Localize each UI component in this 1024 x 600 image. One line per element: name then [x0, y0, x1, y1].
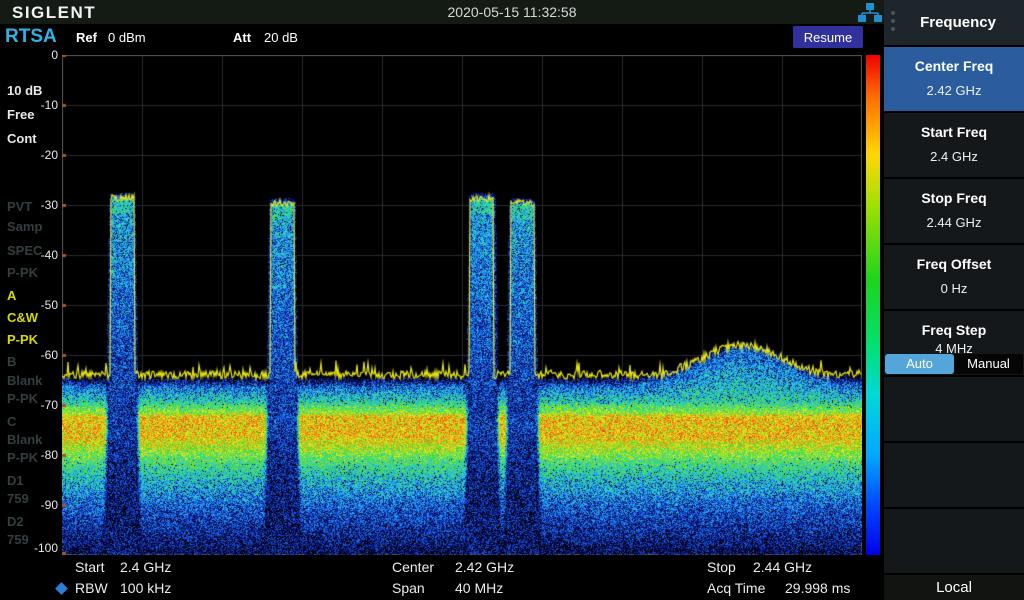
span-value: 40 MHz — [455, 580, 503, 596]
acq-time-value: 29.998 ms — [785, 580, 850, 596]
mode-indicator: RTSA — [5, 26, 57, 48]
top-bar: SIGLENT 2020-05-15 11:32:58 — [0, 0, 884, 24]
start-freq-label: Start — [75, 559, 105, 575]
start-freq-value: 2.4 GHz — [120, 559, 171, 575]
resume-button[interactable]: Resume — [793, 26, 863, 48]
y-axis-label-60: -60 — [8, 348, 58, 362]
acq-time-label: Acq Time — [707, 580, 765, 596]
y-axis-label-90: -90 — [8, 498, 58, 512]
network-icon — [858, 3, 882, 22]
freq-step-auto-option[interactable]: Auto — [885, 354, 954, 374]
freq-step-toggle: Auto Manual — [885, 354, 1023, 374]
softkey-panel: Frequency Center Freq 2.42 GHz Start Fre… — [884, 0, 1024, 600]
spectrum-display — [62, 55, 862, 555]
sweep-continuous: Cont — [7, 131, 37, 146]
y-axis-label-0: 0 — [8, 48, 58, 62]
y-axis-label-100: -100 — [8, 541, 58, 555]
attenuation-value: 20 dB — [264, 30, 298, 45]
softkey-empty-1 — [884, 377, 1024, 441]
softkey-freq-offset[interactable]: Freq Offset 0 Hz — [884, 245, 1024, 309]
datetime: 2020-05-15 11:32:58 — [448, 4, 577, 20]
stop-freq-label: Stop — [707, 559, 736, 575]
softkey-start-freq[interactable]: Start Freq 2.4 GHz — [884, 113, 1024, 177]
menu-title: Frequency — [884, 0, 1024, 45]
y-axis-label-20: -20 — [8, 148, 58, 162]
rbw-marker-icon — [55, 582, 68, 595]
trace-a-mode: C&W — [7, 310, 38, 325]
trace-c-name: C — [7, 414, 16, 429]
softkey-center-freq[interactable]: Center Freq 2.42 GHz — [884, 47, 1024, 111]
stop-freq-value: 2.44 GHz — [753, 559, 812, 575]
y-axis-label-80: -80 — [8, 448, 58, 462]
y-axis-label-10: -10 — [8, 98, 58, 112]
trace-c-mode: Blank — [7, 432, 42, 447]
density-colorbar — [866, 55, 880, 555]
ref-level-value: 0 dBm — [108, 30, 146, 45]
menu-grip-icon — [891, 11, 895, 31]
menu-header: Frequency — [884, 0, 1024, 45]
ref-level-label: Ref — [76, 30, 97, 45]
y-axis-label-30: -30 — [8, 198, 58, 212]
softkey-empty-2 — [884, 443, 1024, 507]
trace-b-mode: Blank — [7, 373, 42, 388]
span-label: Span — [392, 580, 425, 596]
y-axis-label-70: -70 — [8, 398, 58, 412]
softkey-stop-freq[interactable]: Stop Freq 2.44 GHz — [884, 179, 1024, 243]
center-freq-value: 2.42 GHz — [455, 559, 514, 575]
attenuation-label: Att — [233, 30, 251, 45]
pvt-detector: Samp — [7, 219, 42, 234]
brand-logo: SIGLENT — [12, 3, 96, 23]
rtsa-screen: SIGLENT 2020-05-15 11:32:58 RTSA Ref 0 d… — [0, 0, 1024, 600]
center-freq-label: Center — [392, 559, 434, 575]
y-axis-label-40: -40 — [8, 248, 58, 262]
trace-d1-name: D1 — [7, 473, 24, 488]
local-button[interactable]: Local — [884, 575, 1024, 600]
scale-per-div: 10 dB — [7, 83, 42, 98]
softkey-freq-step[interactable]: Freq Step 4 MHz Auto Manual — [884, 311, 1024, 375]
trace-a-detector: P-PK — [7, 332, 38, 347]
menu-cells: Center Freq 2.42 GHz Start Freq 2.4 GHz … — [884, 47, 1024, 575]
rbw-label: RBW — [75, 580, 108, 596]
rbw-value: 100 kHz — [120, 580, 171, 596]
freq-step-manual-option[interactable]: Manual — [954, 354, 1023, 374]
y-axis-label-50: -50 — [8, 298, 58, 312]
softkey-empty-3 — [884, 509, 1024, 573]
trace-d2-name: D2 — [7, 514, 24, 529]
spec-detector: P-PK — [7, 265, 38, 280]
